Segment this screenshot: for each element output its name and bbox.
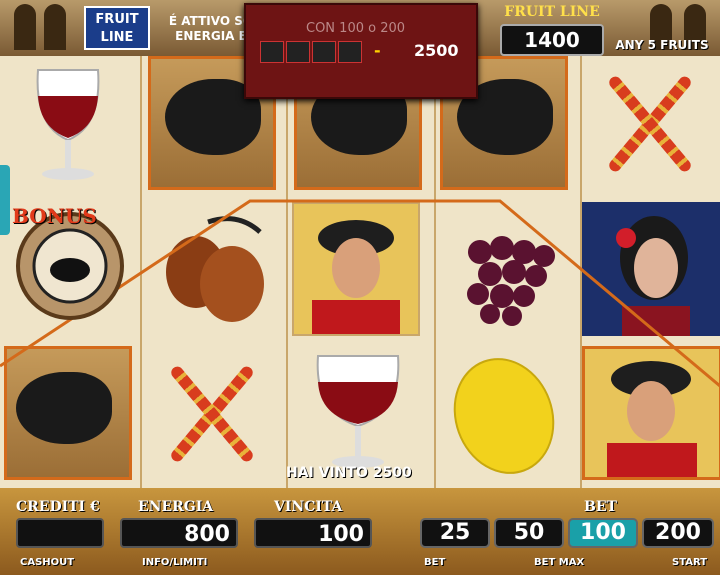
bull-icon — [16, 372, 112, 444]
reel-4 — [434, 56, 580, 488]
bet-label: BET — [584, 499, 617, 515]
fruit-line-value: 1400 — [500, 24, 604, 56]
castanets-icon — [166, 216, 264, 322]
symbol-skewers — [148, 346, 276, 480]
bet-option-button[interactable]: 200 — [642, 518, 714, 548]
popup-payout: 2500 — [414, 41, 459, 60]
fruit-line-title: FRUIT LINE — [504, 4, 600, 20]
bet-max-button[interactable]: BET MAX — [534, 557, 584, 568]
bet-option-button[interactable]: 50 — [494, 518, 564, 548]
torero-icon — [312, 220, 400, 334]
win-label: VINCITA — [274, 499, 343, 515]
flamenco-woman-icon — [616, 216, 690, 336]
wine-glass-icon — [316, 355, 400, 468]
cashout-button[interactable]: CASHOUT — [20, 557, 74, 568]
win-popup: CON 100 o 200 - 2500 — [244, 3, 478, 99]
grapes-icon — [467, 236, 555, 326]
popup-ghost-text: CON 100 o 200 — [306, 21, 406, 36]
logo-line2: LINE — [100, 30, 134, 45]
any-5-fruits-caption: ANY 5 FRUITS — [615, 38, 709, 52]
win-message: HAI VINTO 2500 — [286, 465, 412, 481]
credits-label: CREDITI € — [16, 499, 100, 515]
reel-5 — [580, 56, 720, 488]
win-value: 100 — [254, 518, 372, 548]
bet-option-button[interactable]: 25 — [420, 518, 490, 548]
logo-line1: FRUIT — [95, 12, 139, 27]
symbol-torero — [582, 346, 720, 480]
bet-option-button[interactable]: 100 — [568, 518, 638, 548]
symbol-bull — [4, 346, 132, 480]
info-limits-button[interactable]: INFO/LIMITI — [142, 557, 207, 568]
start-button[interactable]: START — [672, 557, 707, 568]
symbol-wine-glass — [294, 346, 422, 480]
symbol-grapes — [440, 202, 568, 336]
fruit-line-logo: FRUIT LINE — [84, 6, 150, 50]
arena-arch — [44, 4, 66, 50]
torero-icon — [607, 361, 697, 477]
popup-dash: - — [374, 41, 381, 60]
arena-arch — [14, 4, 36, 50]
credits-value — [16, 518, 104, 548]
bonus-label: BONUS — [12, 204, 97, 228]
energy-label: ENERGIA — [138, 499, 214, 515]
bull-icon — [312, 41, 336, 63]
bull-icon — [260, 41, 284, 63]
symbol-skewers — [586, 56, 714, 190]
bet-button[interactable]: BET — [424, 557, 445, 568]
symbol-wine-glass — [4, 56, 132, 190]
side-tab[interactable] — [0, 165, 10, 235]
symbol-torero — [292, 202, 420, 336]
reel-3 — [286, 56, 434, 488]
lemon-icon — [453, 358, 555, 474]
bull-icon — [286, 41, 310, 63]
symbol-castanets — [148, 202, 276, 336]
reel-2 — [140, 56, 286, 488]
symbol-lemon — [440, 346, 568, 480]
symbol-flamenco-woman — [582, 202, 720, 336]
bull-icon — [338, 41, 362, 63]
wine-glass-icon — [36, 69, 100, 180]
energy-value: 800 — [120, 518, 238, 548]
